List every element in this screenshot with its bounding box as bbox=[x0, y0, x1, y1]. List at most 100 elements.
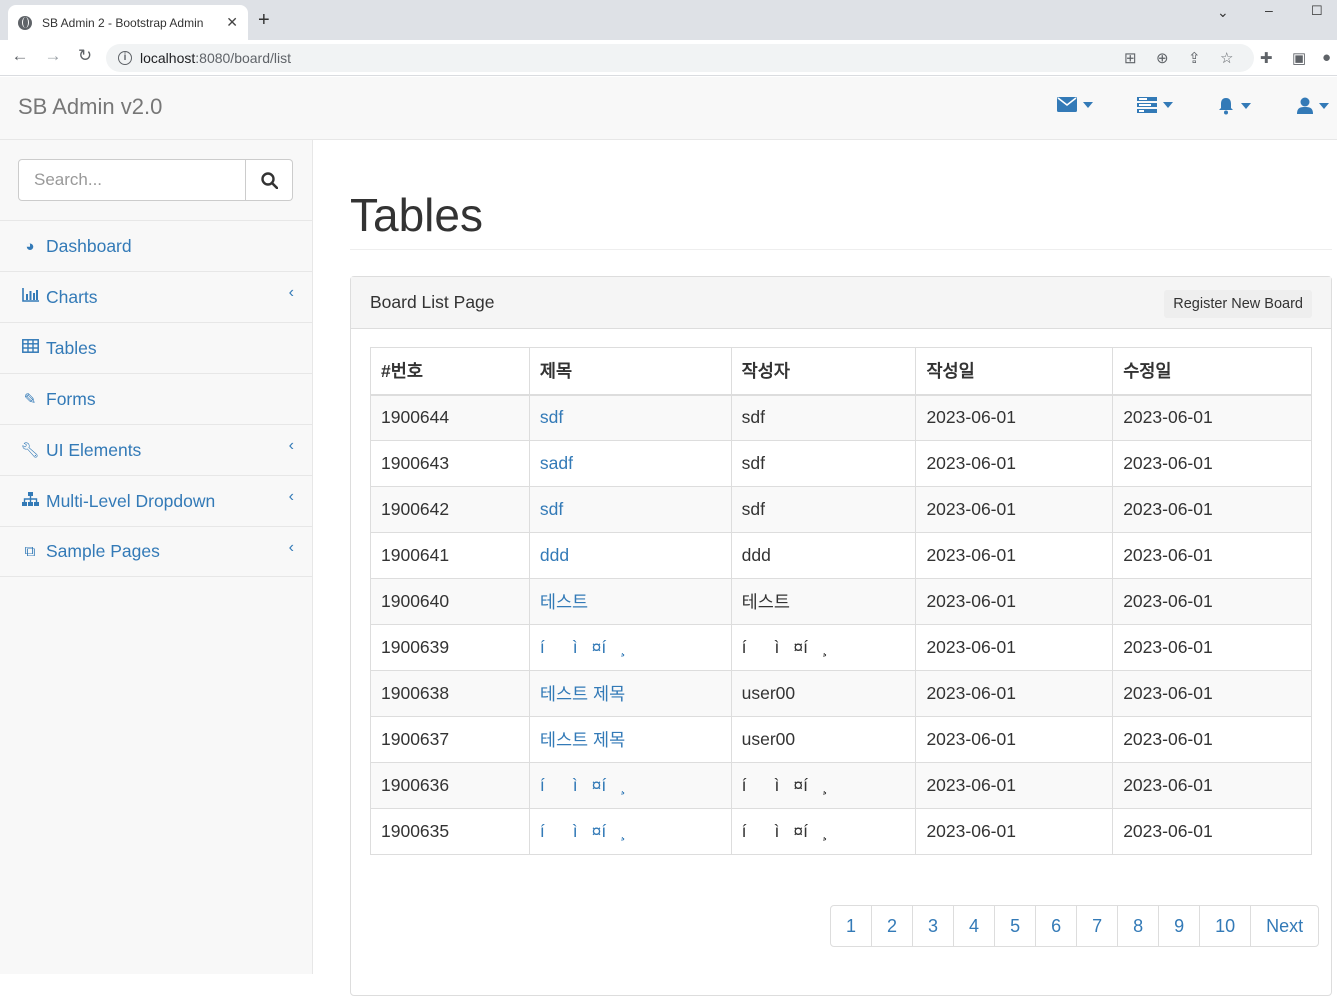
table-row: 1900640 테스트 테스트 2023-06-01 2023-06-01 bbox=[370, 578, 1312, 625]
table-header-row: #번호 제목 작성자 작성일 수정일 bbox=[370, 347, 1312, 396]
extensions-icon[interactable]: ✚ bbox=[1260, 49, 1273, 67]
sidebar-item-label: Forms bbox=[46, 388, 96, 409]
post-title-link[interactable]: í ì¤í¸ bbox=[528, 762, 732, 809]
brand[interactable]: SB Admin v2.0 bbox=[18, 94, 162, 120]
panel-title: Board List Page bbox=[370, 292, 495, 312]
page-link-7[interactable]: 7 bbox=[1076, 905, 1119, 947]
browser-tab[interactable]: SB Admin 2 - Bootstrap Admin ✕ bbox=[8, 5, 248, 40]
sitemap-icon bbox=[20, 491, 40, 511]
forward-icon[interactable]: → bbox=[41, 46, 65, 66]
page-link-3[interactable]: 3 bbox=[912, 905, 955, 947]
post-created-date: 2023-06-01 bbox=[915, 762, 1114, 809]
star-icon[interactable]: ☆ bbox=[1220, 49, 1233, 67]
search-input[interactable] bbox=[18, 159, 246, 201]
sidebar: ◕ Dashboard Charts ‹ Tables ✎ Forms 🔧︎ U… bbox=[0, 140, 313, 974]
zoom-icon[interactable]: ⊕ bbox=[1156, 49, 1169, 67]
page-link-5[interactable]: 5 bbox=[994, 905, 1037, 947]
user-icon[interactable] bbox=[1297, 97, 1329, 114]
bar-chart-icon bbox=[20, 288, 40, 306]
tab-title: SB Admin 2 - Bootstrap Admin bbox=[42, 15, 204, 30]
table-icon bbox=[20, 339, 40, 357]
post-title-link[interactable]: 테스트 bbox=[528, 578, 732, 625]
post-updated-date: 2023-06-01 bbox=[1112, 440, 1312, 487]
wrench-icon: 🔧︎ bbox=[20, 442, 40, 459]
sidebar-item-sample-pages[interactable]: ⧉ Sample Pages ‹ bbox=[0, 526, 312, 577]
post-author: user00 bbox=[730, 670, 917, 717]
pagination: 1 2 3 4 5 6 7 8 9 10 Next bbox=[830, 905, 1320, 947]
post-title-link[interactable]: sadf bbox=[528, 440, 732, 487]
translate-icon[interactable]: ⊞ bbox=[1124, 49, 1137, 67]
post-title-link[interactable]: sdf bbox=[528, 394, 732, 441]
page-link-1[interactable]: 1 bbox=[830, 905, 873, 947]
post-author: sdf bbox=[730, 440, 917, 487]
next-page-link[interactable]: Next bbox=[1250, 905, 1320, 947]
sidebar-item-ui-elements[interactable]: 🔧︎ UI Elements ‹ bbox=[0, 424, 312, 475]
address-bar[interactable]: i localhost:8080/board/list bbox=[106, 44, 1254, 72]
post-title-link[interactable]: í ì¤í¸ bbox=[528, 624, 732, 671]
info-icon[interactable]: i bbox=[118, 51, 132, 65]
page-link-8[interactable]: 8 bbox=[1117, 905, 1160, 947]
sidebar-item-label: Charts bbox=[46, 286, 98, 307]
column-header: #번호 bbox=[370, 347, 530, 396]
reload-icon[interactable]: ↻ bbox=[73, 46, 97, 66]
sidebar-item-label: Tables bbox=[46, 337, 97, 358]
page-link-10[interactable]: 10 bbox=[1199, 905, 1252, 947]
page-link-2[interactable]: 2 bbox=[871, 905, 914, 947]
post-created-date: 2023-06-01 bbox=[915, 670, 1114, 717]
post-title-link[interactable]: ddd bbox=[528, 532, 732, 579]
browser-tab-bar: SB Admin 2 - Bootstrap Admin ✕ + ⌄ – ☐ bbox=[0, 0, 1337, 40]
register-board-button[interactable]: Register New Board bbox=[1164, 290, 1312, 318]
sidepanel-icon[interactable]: ▣ bbox=[1292, 49, 1306, 67]
title-divider bbox=[350, 249, 1332, 250]
search-button[interactable] bbox=[246, 159, 293, 201]
back-icon[interactable]: ← bbox=[8, 46, 32, 66]
sidebar-item-tables[interactable]: Tables bbox=[0, 322, 312, 373]
board-panel: Board List Page Register New Board #번호 제… bbox=[350, 276, 1332, 996]
sidebar-item-charts[interactable]: Charts ‹ bbox=[0, 271, 312, 322]
post-author: í ì¤í¸ bbox=[730, 624, 917, 671]
sidebar-menu: ◕ Dashboard Charts ‹ Tables ✎ Forms 🔧︎ U… bbox=[0, 220, 312, 577]
tasks-icon[interactable] bbox=[1137, 97, 1173, 113]
sidebar-item-label: UI Elements bbox=[46, 439, 142, 460]
post-created-date: 2023-06-01 bbox=[915, 624, 1114, 671]
post-title-link[interactable]: 테스트 제목 bbox=[528, 716, 732, 763]
post-number: 1900644 bbox=[370, 394, 530, 441]
sidebar-item-label: Sample Pages bbox=[46, 541, 160, 561]
table-row: 1900637 테스트 제목 user00 2023-06-01 2023-06-01 bbox=[370, 716, 1312, 763]
bell-icon[interactable] bbox=[1217, 97, 1251, 115]
minimize-icon[interactable]: – bbox=[1265, 2, 1273, 18]
post-title-link[interactable]: í ì¤í¸ bbox=[528, 808, 732, 855]
post-author: sdf bbox=[730, 394, 917, 441]
post-title-link[interactable]: 테스트 제목 bbox=[528, 670, 732, 717]
close-icon[interactable]: ✕ bbox=[226, 14, 238, 31]
post-updated-date: 2023-06-01 bbox=[1112, 624, 1312, 671]
post-created-date: 2023-06-01 bbox=[915, 578, 1114, 625]
post-number: 1900640 bbox=[370, 578, 530, 625]
post-created-date: 2023-06-01 bbox=[915, 394, 1114, 441]
chevron-left-icon: ‹ bbox=[288, 437, 294, 454]
share-icon[interactable]: ⇪ bbox=[1188, 49, 1201, 67]
page-link-9[interactable]: 9 bbox=[1158, 905, 1201, 947]
table-row: 1900639 í ì¤í¸ í ì¤í¸ 2023-06-01 2023-… bbox=[370, 624, 1312, 671]
envelope-icon[interactable] bbox=[1057, 97, 1093, 112]
chevron-down-icon[interactable]: ⌄ bbox=[1217, 4, 1229, 21]
post-updated-date: 2023-06-01 bbox=[1112, 486, 1312, 533]
sidebar-item-dashboard[interactable]: ◕ Dashboard bbox=[0, 220, 312, 271]
profile-icon[interactable]: ● bbox=[1322, 49, 1331, 66]
table-row: 1900638 테스트 제목 user00 2023-06-01 2023-06-01 bbox=[370, 670, 1312, 717]
maximize-icon[interactable]: ☐ bbox=[1311, 3, 1323, 19]
panel-heading: Board List Page Register New Board bbox=[351, 277, 1331, 329]
sidebar-item-multi-level-dropdown[interactable]: Multi-Level Dropdown ‹ bbox=[0, 475, 312, 526]
page-link-4[interactable]: 4 bbox=[953, 905, 996, 947]
page-link-6[interactable]: 6 bbox=[1035, 905, 1078, 947]
column-header: 작성일 bbox=[915, 347, 1114, 396]
post-created-date: 2023-06-01 bbox=[915, 532, 1114, 579]
post-title-link[interactable]: sdf bbox=[528, 486, 732, 533]
files-icon: ⧉ bbox=[24, 543, 36, 560]
sidebar-item-forms[interactable]: ✎ Forms bbox=[0, 373, 312, 424]
post-author: user00 bbox=[730, 716, 917, 763]
sidebar-search bbox=[18, 159, 293, 201]
post-number: 1900635 bbox=[370, 808, 530, 855]
page-title: Tables bbox=[350, 189, 483, 241]
new-tab-icon[interactable]: + bbox=[258, 9, 270, 32]
